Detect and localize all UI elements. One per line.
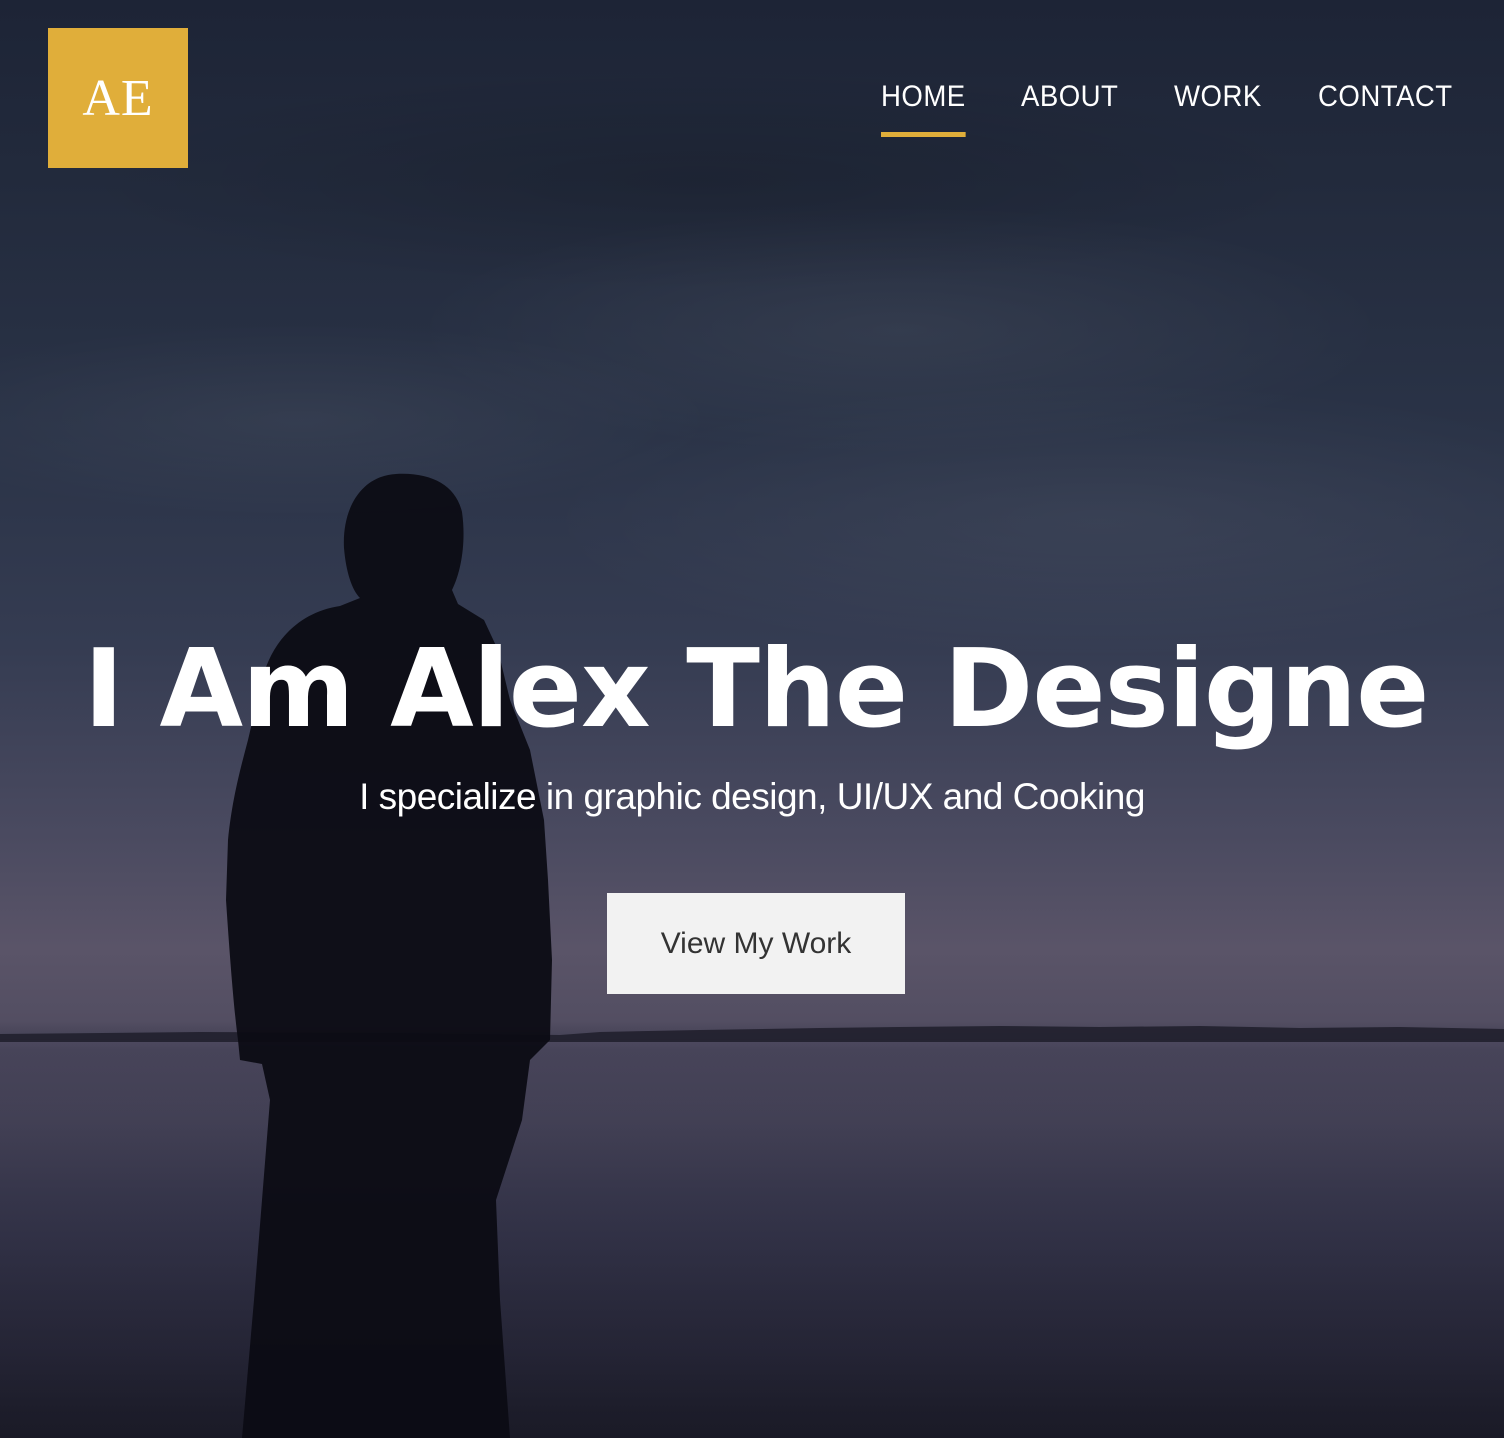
view-my-work-button[interactable]: View My Work [607, 893, 905, 994]
hero-subtitle: I specialize in graphic design, UI/UX an… [359, 776, 1145, 817]
main-nav: HOME ABOUT WORK CONTACT [880, 78, 1464, 137]
logo[interactable]: AE [48, 28, 188, 168]
nav-item-home[interactable]: HOME [880, 78, 966, 137]
logo-text: AE [82, 69, 154, 127]
hero-section: AE HOME ABOUT WORK CONTACT I Am Alex The… [0, 0, 1504, 1438]
nav-item-about[interactable]: ABOUT [1021, 78, 1118, 118]
hero-headline: I Am Alex The Designe [83, 627, 1430, 752]
nav-item-contact[interactable]: CONTACT [1318, 78, 1453, 118]
nav-item-work[interactable]: WORK [1174, 78, 1262, 118]
